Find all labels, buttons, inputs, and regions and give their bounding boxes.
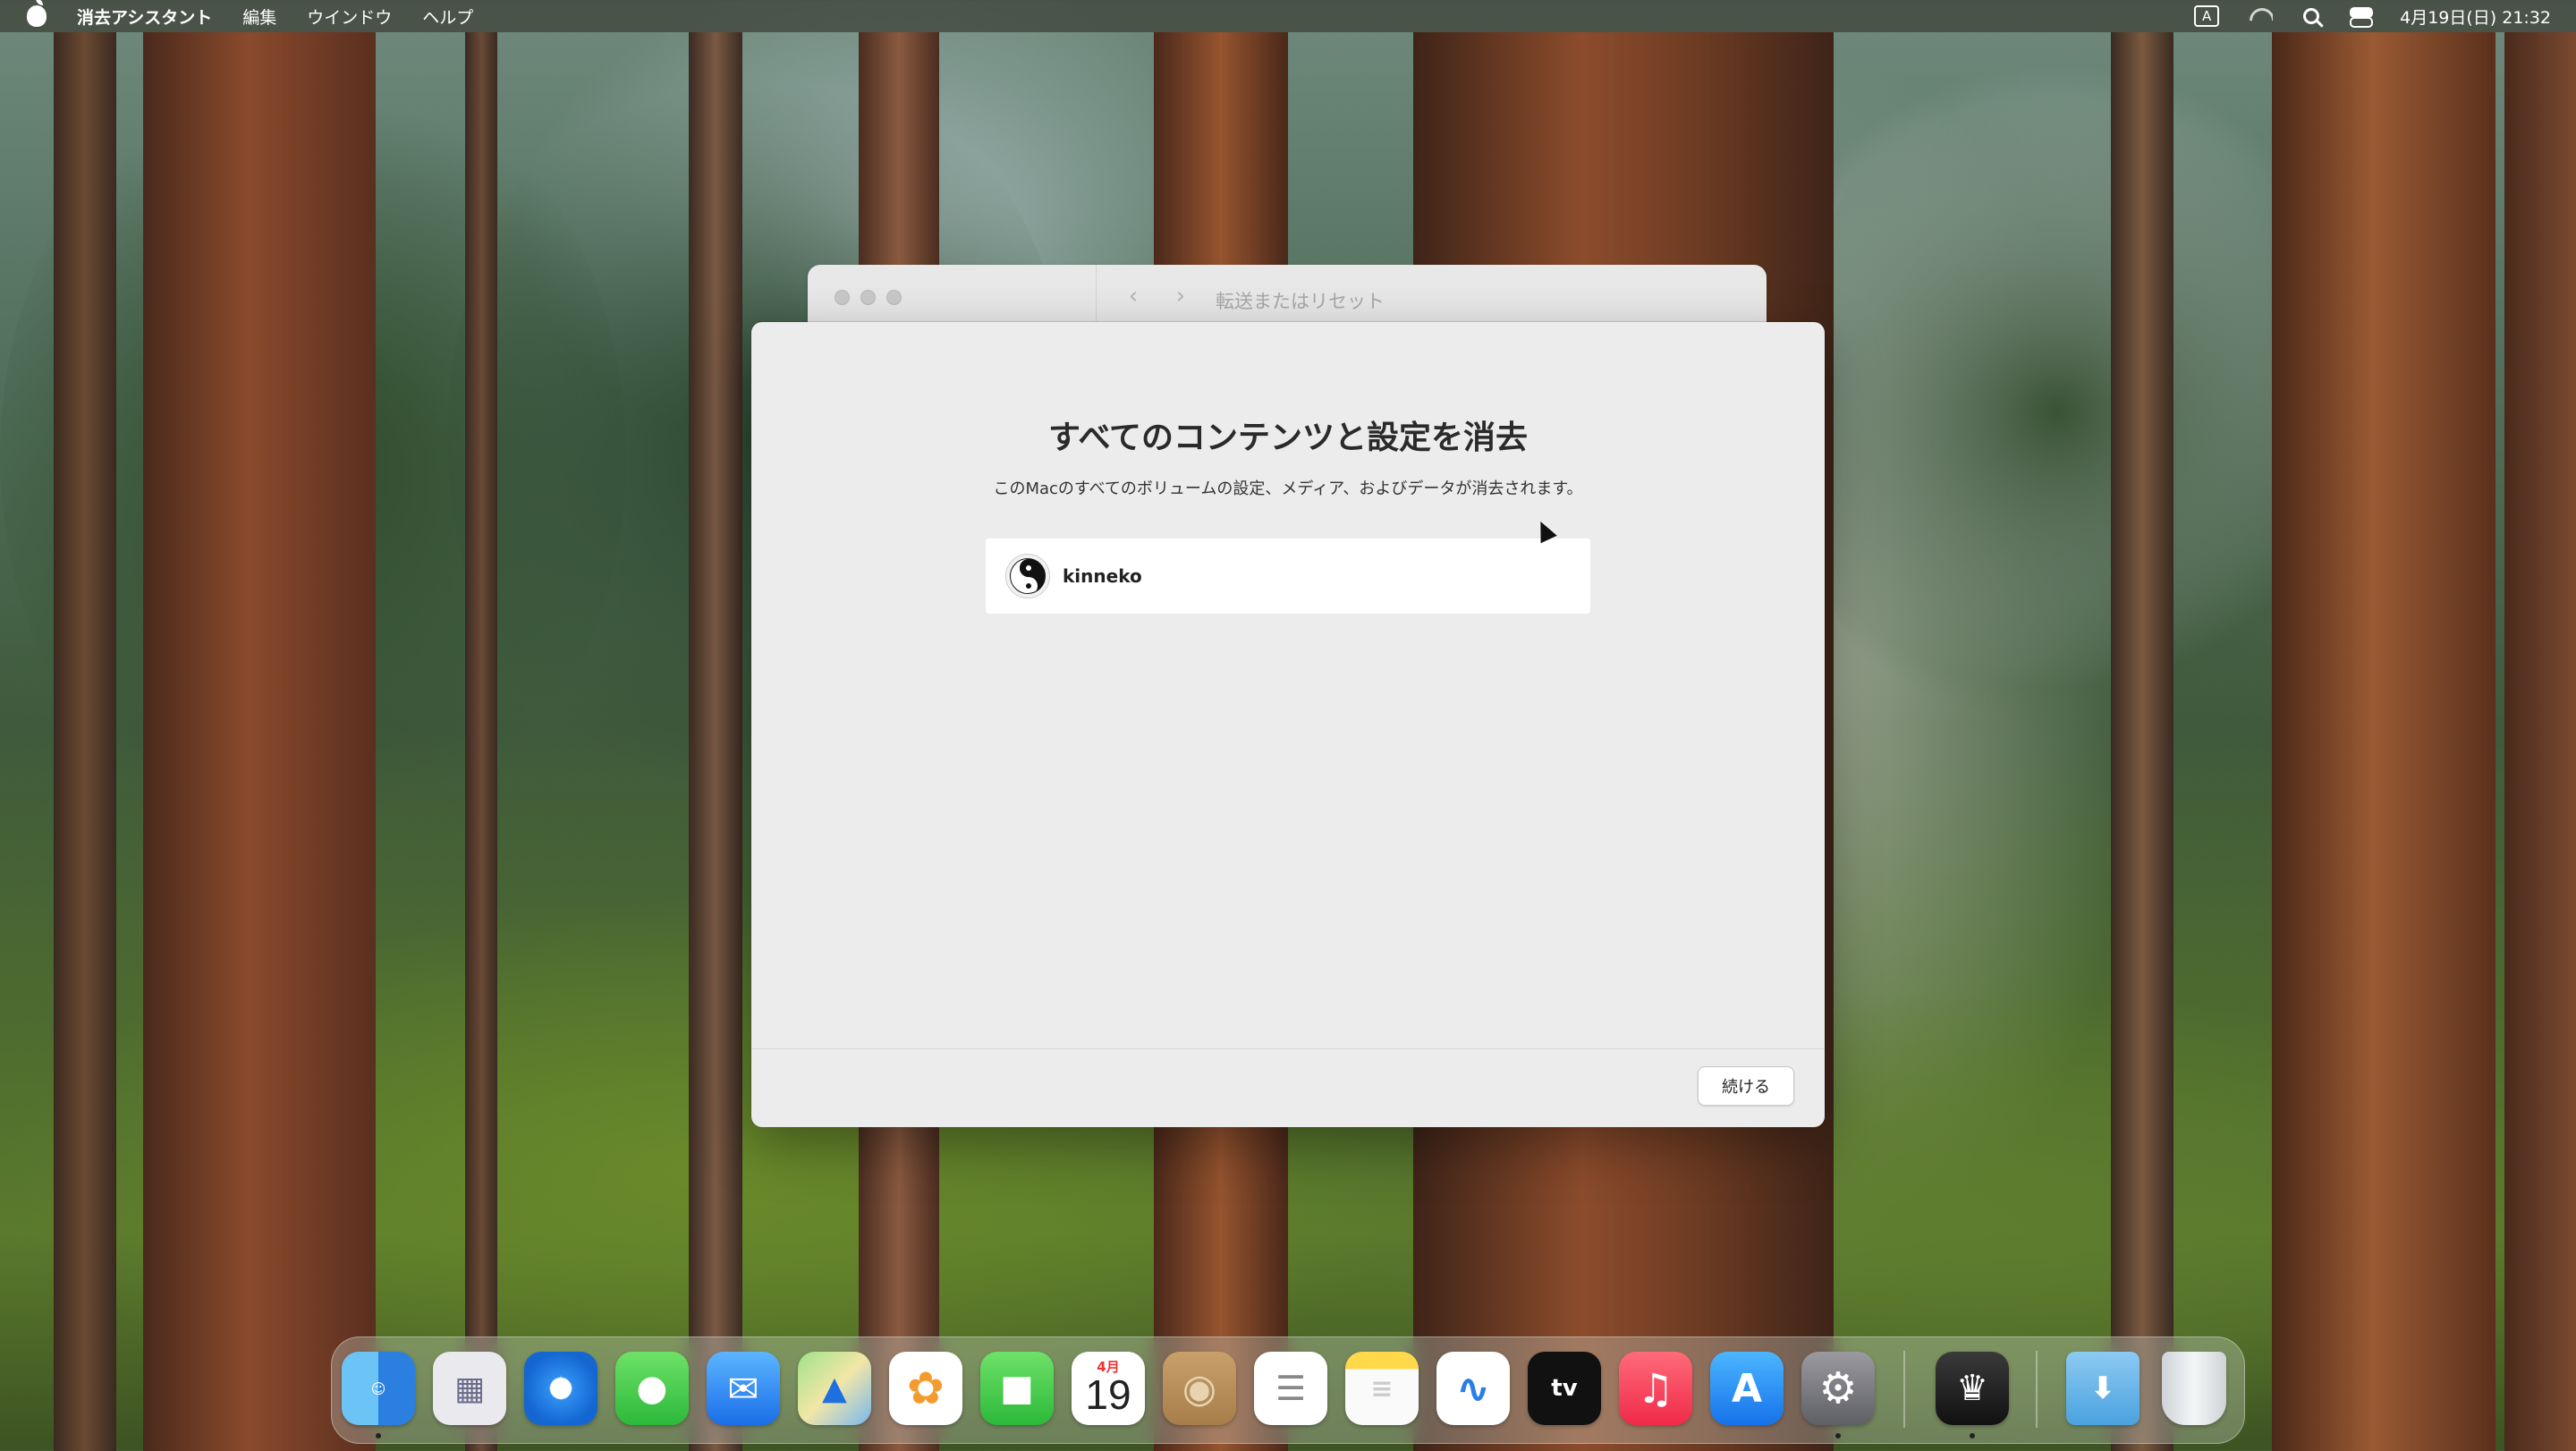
freeform-icon[interactable]: ∿ [1436,1352,1510,1425]
dock-separator [2036,1351,2038,1428]
finder-icon[interactable]: ☺ [342,1352,415,1425]
calendar-day: 19 [1085,1371,1131,1418]
erase-sheet: すべてのコンテンツと設定を消去 このMacのすべてのボリュームの設定、メディア、… [751,322,1825,1127]
safari-icon[interactable]: ✦ [524,1352,597,1425]
music-icon[interactable]: ♫ [1619,1352,1692,1425]
menu-clock[interactable]: 4月19日(日) 21:32 [2400,4,2551,29]
apple-menu-icon[interactable] [27,0,47,27]
mail-icon[interactable]: ✉ [707,1352,780,1425]
photos-icon[interactable]: ✿ [889,1352,962,1425]
window-title: 転送またはリセット [1216,291,1385,312]
chevron-right-icon[interactable]: › [1170,284,1191,308]
sheet-title: すべてのコンテンツと設定を消去 [1047,420,1529,456]
trash-icon[interactable] [2162,1352,2226,1425]
system-settings-icon[interactable]: ⚙ [1801,1352,1875,1425]
spotlight-search-icon[interactable] [2303,8,2320,24]
app-store-icon[interactable]: A [1710,1352,1784,1425]
yin-yang-icon [1010,558,1046,594]
wifi-icon[interactable] [2250,8,2273,24]
footer-divider [751,1048,1825,1049]
sheet-description: このMacのすべてのボリュームの設定、メディア、およびデータが消去されます。 [993,479,1583,498]
input-source-icon[interactable]: A [2194,5,2220,27]
messages-icon[interactable]: ● [615,1352,689,1425]
minimize-button[interactable] [860,290,876,305]
avatar [1005,554,1050,598]
menu-help[interactable]: ヘルプ [422,4,473,29]
bartender-icon[interactable]: ♛ [1936,1352,2009,1425]
control-center-icon[interactable] [2350,7,2374,28]
close-button[interactable] [835,290,850,305]
calendar-month: 4月 [1097,1359,1120,1375]
contacts-icon[interactable]: ◉ [1163,1352,1236,1425]
calendar-icon[interactable]: 4月 19 [1072,1352,1145,1425]
continue-button[interactable]: 続ける [1698,1066,1794,1106]
chevron-left-icon[interactable]: ‹ [1123,284,1144,308]
apple-tv-icon[interactable]: tv [1528,1352,1601,1425]
menu-edit[interactable]: 編集 [242,4,276,29]
maps-icon[interactable]: ▲ [798,1352,871,1425]
menu-app-name[interactable]: 消去アシスタント [77,4,212,29]
reminders-icon[interactable]: ☰ [1254,1352,1327,1425]
running-indicator [376,1433,381,1438]
launchpad-icon[interactable]: ▦ [433,1352,506,1425]
user-account-row[interactable]: kinneko [986,539,1590,614]
notes-icon[interactable]: ≡ [1345,1352,1419,1425]
running-indicator [1970,1433,1975,1438]
menu-window[interactable]: ウインドウ [307,4,392,29]
apple-tv-label: tv [1551,1375,1578,1402]
running-indicator [1835,1433,1841,1438]
dock-separator [1903,1351,1905,1428]
downloads-folder-icon[interactable]: ⬇ [2066,1352,2140,1425]
titlebar-divider [1096,265,1097,322]
menu-bar: 消去アシスタント 編集 ウインドウ ヘルプ A 4月19日(日) 21:32 [0,0,2576,32]
window-controls [835,290,902,305]
user-name: kinneko [1063,565,1142,587]
zoom-button[interactable] [886,290,902,305]
facetime-icon[interactable]: ■ [980,1352,1054,1425]
